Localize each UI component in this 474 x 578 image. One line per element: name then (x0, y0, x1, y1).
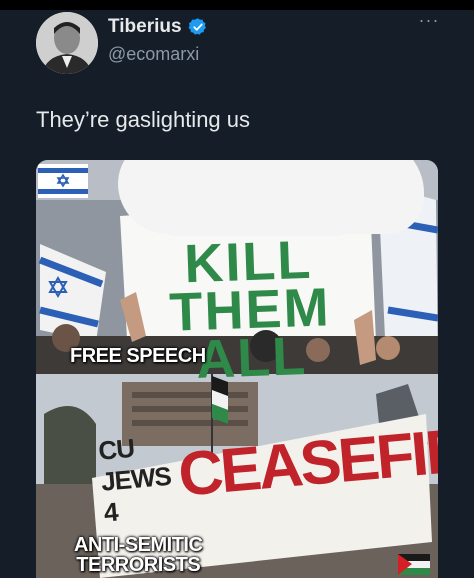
caption-anti-semitic-terrorists: ANTI-SEMITIC TERRORISTS (74, 534, 203, 576)
tweet-media-image[interactable]: KILL THEM ALL FREE SPEECH CU JEWS 4 CEAS… (36, 160, 438, 578)
caption-free-speech: FREE SPEECH (70, 345, 206, 367)
israel-flag-icon (38, 164, 88, 198)
status-bar (0, 0, 474, 10)
author-handle[interactable]: @ecomarxi (108, 44, 199, 65)
verified-badge-icon (188, 18, 206, 35)
banner-small-text: CU JEWS 4 (97, 432, 172, 528)
avatar-photo (36, 12, 98, 74)
author-display-name[interactable]: Tiberius (108, 16, 182, 38)
banner-big-text: CEASEFIRE (175, 412, 438, 510)
more-horizontal-icon[interactable]: ··· (418, 11, 440, 29)
tweet-text: They’re gaslighting us (36, 107, 251, 132)
avatar[interactable] (36, 12, 98, 74)
redaction-scribble (156, 196, 356, 236)
author-name-row[interactable]: Tiberius (108, 16, 208, 38)
palestine-flag-icon (398, 554, 430, 575)
caption-line2: TERRORISTS (76, 554, 201, 576)
caption-line1: ANTI-SEMITIC (74, 534, 203, 556)
